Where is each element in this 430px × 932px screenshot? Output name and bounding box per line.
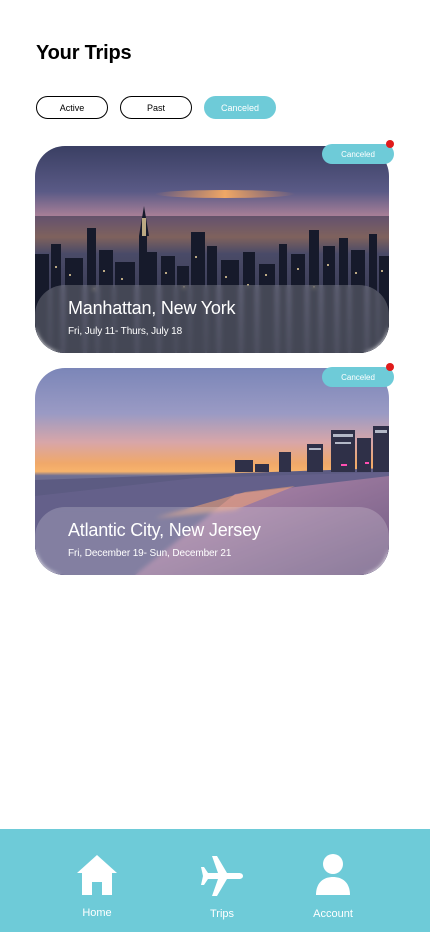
- tab-home[interactable]: Home: [52, 829, 142, 932]
- tab-trips[interactable]: Trips: [177, 829, 267, 932]
- status-badge: Canceled: [322, 367, 394, 387]
- bottom-tab-bar: Home Trips Account: [0, 829, 430, 932]
- filter-canceled-chip[interactable]: Canceled: [204, 96, 276, 119]
- card-info-panel: [35, 285, 389, 353]
- filter-chips: Active Past Canceled: [36, 96, 288, 119]
- status-badge: Canceled: [322, 144, 394, 164]
- filter-past-chip[interactable]: Past: [120, 96, 192, 119]
- filter-active-chip[interactable]: Active: [36, 96, 108, 119]
- tab-account-label: Account: [313, 908, 353, 920]
- trips-screen: Your Trips Active Past Canceled Manhatta…: [0, 0, 430, 932]
- trip-dates: Fri, December 19- Sun, December 21: [68, 548, 232, 559]
- person-icon: [316, 854, 350, 895]
- notification-dot: [386, 140, 394, 148]
- notification-dot: [386, 363, 394, 371]
- trip-title: Manhattan, New York: [68, 298, 236, 318]
- trip-title: Atlantic City, New Jersey: [68, 520, 261, 540]
- card-info-panel: [35, 507, 389, 575]
- trip-dates: Fri, July 11- Thurs, July 18: [68, 326, 183, 337]
- page-title: Your Trips: [36, 42, 132, 64]
- airplane-icon: [201, 856, 243, 896]
- tab-trips-label: Trips: [209, 908, 235, 920]
- tab-account[interactable]: Account: [288, 829, 378, 932]
- trip-card-atlantic-city[interactable]: Atlantic City, New Jersey Fri, December …: [35, 368, 389, 575]
- trip-card-manhattan[interactable]: Manhattan, New York Fri, July 11- Thurs,…: [35, 146, 389, 353]
- home-icon: [77, 855, 117, 895]
- tab-home-label: Home: [82, 907, 112, 919]
